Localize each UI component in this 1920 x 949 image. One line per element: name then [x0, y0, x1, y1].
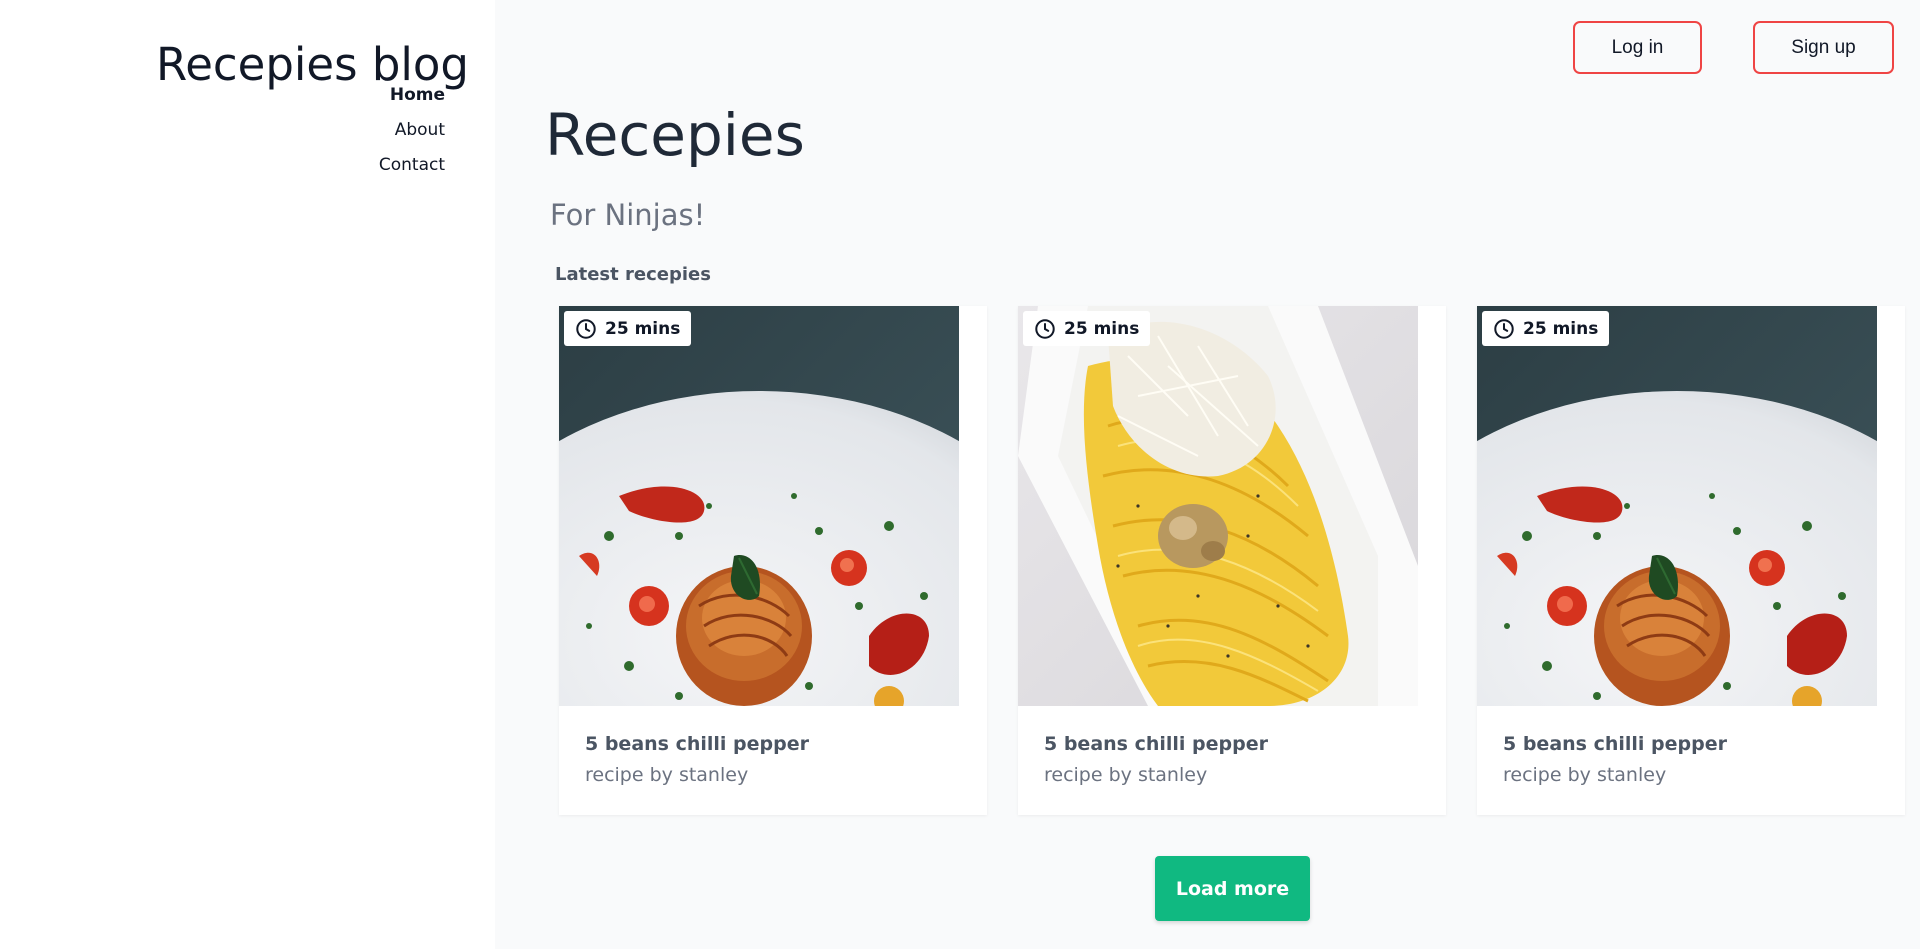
clock-icon [1494, 318, 1514, 339]
spaghetti-nest-image [1477, 306, 1877, 706]
recipe-author: recipe by stanley [585, 764, 749, 786]
recipe-title[interactable]: 5 beans chilli pepper [1503, 733, 1727, 755]
time-label: 25 mins [1064, 318, 1140, 339]
clock-icon [576, 318, 596, 339]
recipe-image-spaghetti: 25 mins [1477, 306, 1877, 706]
page-subtitle: For Ninjas! [550, 198, 706, 232]
time-label: 25 mins [605, 318, 681, 339]
time-badge: 25 mins [1023, 311, 1151, 346]
nav-link-home[interactable]: Home [379, 78, 445, 113]
nav-link-contact[interactable]: Contact [379, 148, 445, 183]
sidebar-nav: Home About Contact [379, 78, 445, 183]
recipe-author: recipe by stanley [1503, 764, 1667, 786]
load-more-button[interactable]: Load more [1155, 856, 1310, 921]
recipe-image-spaghetti: 25 mins [559, 306, 959, 706]
recipe-card[interactable]: 25 mins 5 beans chilli pepper recipe by … [1477, 306, 1905, 815]
nav-link-about[interactable]: About [379, 113, 445, 148]
time-badge: 25 mins [564, 311, 692, 346]
signup-button[interactable]: Sign up [1753, 21, 1894, 74]
sidebar: Recepies blog Home About Contact [0, 0, 495, 949]
pasta-cheese-image [1018, 306, 1418, 706]
clock-icon [1035, 318, 1055, 339]
time-badge: 25 mins [1482, 311, 1610, 346]
main-content: Log in Sign up Recepies For Ninjas! Late… [495, 0, 1920, 949]
time-label: 25 mins [1523, 318, 1599, 339]
section-label: Latest recepies [555, 264, 711, 285]
page-title: Recepies [545, 101, 805, 169]
login-button[interactable]: Log in [1573, 21, 1702, 74]
spaghetti-nest-image [559, 306, 959, 706]
recipe-image-pasta: 25 mins [1018, 306, 1418, 706]
recipe-title[interactable]: 5 beans chilli pepper [585, 733, 809, 755]
recipe-card[interactable]: 25 mins 5 beans chilli pepper recipe by … [1018, 306, 1446, 815]
recipe-title[interactable]: 5 beans chilli pepper [1044, 733, 1268, 755]
recipe-card[interactable]: 25 mins 5 beans chilli pepper recipe by … [559, 306, 987, 815]
recipe-author: recipe by stanley [1044, 764, 1208, 786]
